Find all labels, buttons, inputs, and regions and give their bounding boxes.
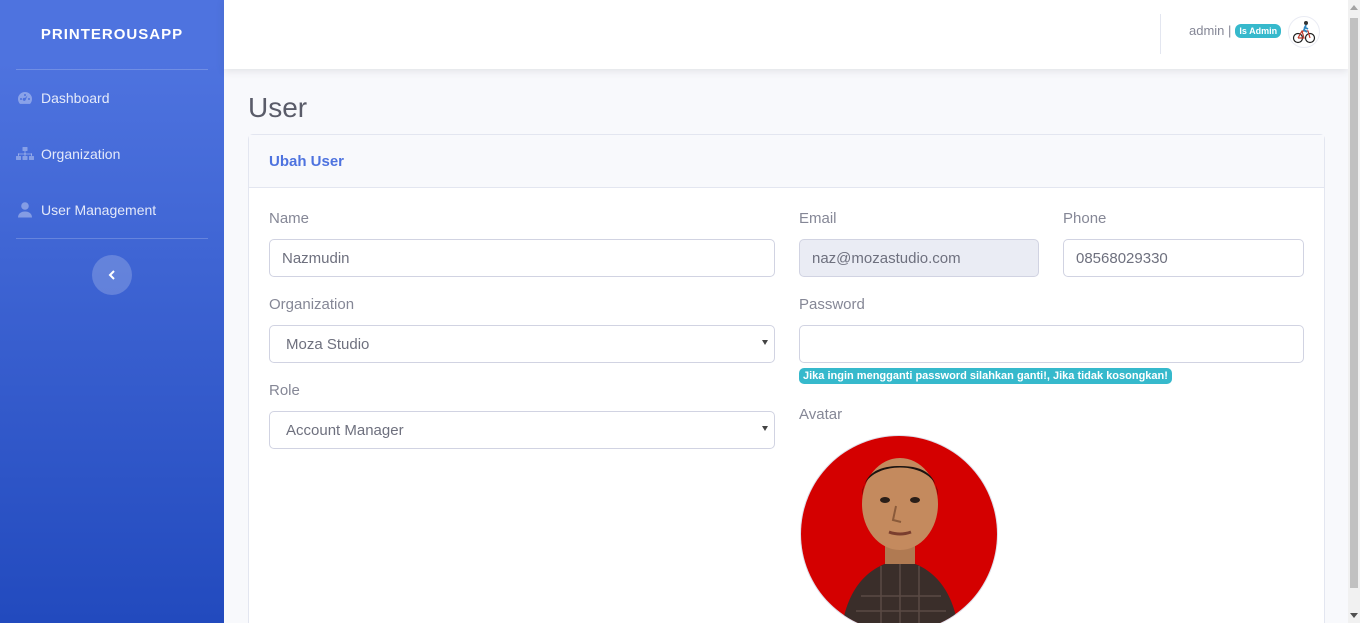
password-field[interactable] bbox=[799, 325, 1304, 363]
sitemap-icon bbox=[16, 145, 34, 163]
sidebar-divider bbox=[16, 238, 208, 239]
name-label: Name bbox=[269, 210, 310, 227]
sidebar-item-organization[interactable]: Organization bbox=[0, 126, 224, 182]
page-title: User bbox=[248, 92, 308, 123]
role-select[interactable]: Account Manager bbox=[269, 411, 775, 449]
role-value: Account Manager bbox=[286, 421, 404, 439]
organization-value: Moza Studio bbox=[286, 335, 370, 353]
sidebar-item-label: Organization bbox=[41, 146, 121, 162]
brand-logo[interactable]: PRINTEROUSAPP bbox=[0, 0, 224, 69]
caret-down-icon bbox=[762, 426, 768, 431]
cyclist-avatar[interactable] bbox=[1288, 16, 1320, 48]
sidebar-toggle-button[interactable] bbox=[92, 255, 132, 295]
card-title: Ubah User bbox=[249, 135, 1324, 188]
sidebar-item-label: Dashboard bbox=[41, 90, 110, 106]
username: admin | bbox=[1189, 23, 1232, 38]
password-label: Password bbox=[799, 296, 865, 313]
caret-down-icon bbox=[762, 340, 768, 345]
email-value: naz@mozastudio.com bbox=[812, 249, 961, 267]
scrollbar-thumb[interactable] bbox=[1350, 18, 1358, 588]
role-badge: Is Admin bbox=[1235, 23, 1282, 38]
avatar-label: Avatar bbox=[799, 406, 843, 423]
user-dropdown[interactable]: admin | Is Admin bbox=[1189, 23, 1282, 38]
phone-value: 08568029330 bbox=[1076, 249, 1168, 267]
email-label: Email bbox=[799, 210, 837, 227]
chevron-left-icon bbox=[108, 270, 115, 280]
password-hint-badge: Jika ingin mengganti password silahkan g… bbox=[799, 368, 1172, 384]
phone-field[interactable]: 08568029330 bbox=[1063, 239, 1304, 277]
topbar-divider bbox=[1160, 14, 1161, 54]
role-label: Role bbox=[269, 382, 300, 399]
sidebar-item-label: User Management bbox=[41, 202, 157, 218]
sidebar-item-user-management[interactable]: User Management bbox=[0, 182, 224, 238]
user-avatar-image[interactable] bbox=[800, 435, 998, 623]
scroll-down-arrow[interactable] bbox=[1350, 613, 1358, 618]
topbar: admin | Is Admin bbox=[224, 0, 1348, 69]
name-field[interactable]: Nazmudin bbox=[269, 239, 775, 277]
phone-label: Phone bbox=[1063, 210, 1107, 227]
tachometer-icon bbox=[16, 89, 34, 107]
user-icon bbox=[16, 201, 34, 219]
sidebar: PRINTEROUSAPP Dashboard Organization Use… bbox=[0, 0, 224, 623]
name-value: Nazmudin bbox=[282, 249, 350, 267]
email-field[interactable]: naz@mozastudio.com bbox=[799, 239, 1039, 277]
sidebar-item-dashboard[interactable]: Dashboard bbox=[0, 70, 224, 126]
page-scrollbar[interactable] bbox=[1348, 0, 1360, 623]
organization-select[interactable]: Moza Studio bbox=[269, 325, 775, 363]
scroll-up-arrow[interactable] bbox=[1350, 5, 1358, 10]
organization-label: Organization bbox=[269, 296, 355, 313]
